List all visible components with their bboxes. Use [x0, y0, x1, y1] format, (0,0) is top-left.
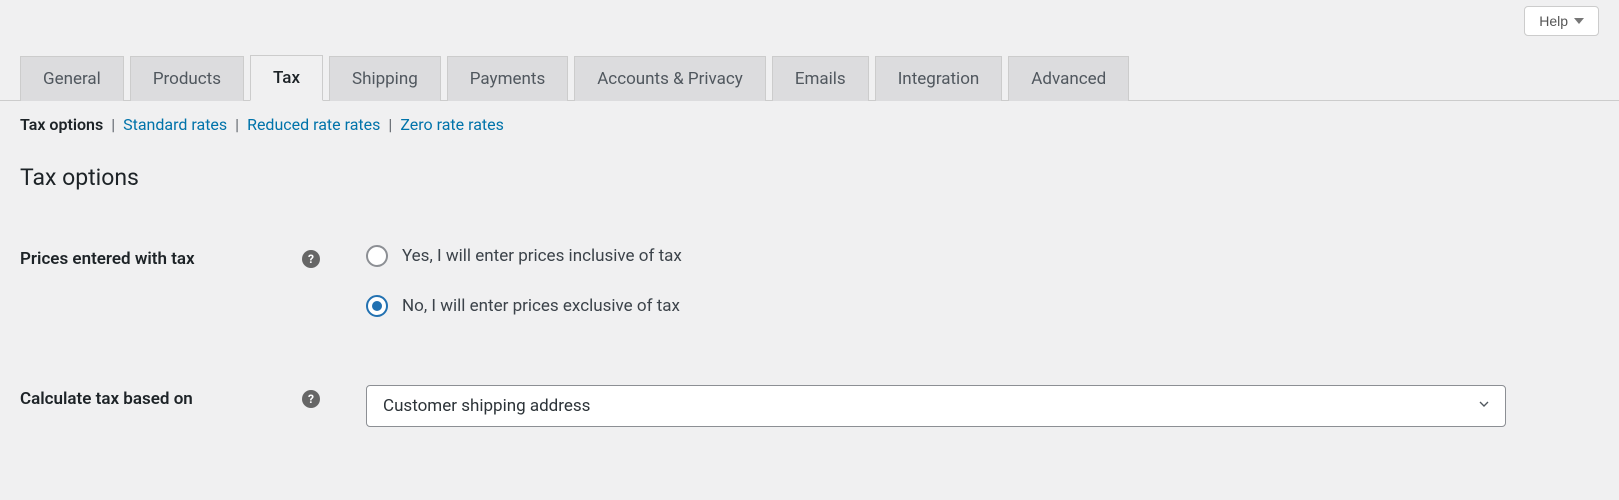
tab-label: Accounts & Privacy [597, 69, 743, 89]
row-label-wrap: Prices entered with tax ? [20, 245, 340, 269]
tab-payments[interactable]: Payments [447, 56, 568, 101]
tab-tax[interactable]: Tax [250, 55, 323, 101]
tab-accounts-privacy[interactable]: Accounts & Privacy [574, 56, 766, 101]
radio-input[interactable] [366, 245, 388, 267]
select-wrap: Customer shipping address [366, 385, 1506, 427]
subtab-reduced-rate-rates[interactable]: Reduced rate rates [247, 115, 380, 134]
tab-label: Products [153, 69, 221, 89]
separator: | [235, 115, 239, 134]
radio-option-exclusive[interactable]: No, I will enter prices exclusive of tax [366, 295, 1599, 317]
radio-input[interactable] [366, 295, 388, 317]
radio-label: No, I will enter prices exclusive of tax [402, 296, 680, 316]
help-tooltip-icon[interactable]: ? [302, 390, 320, 408]
radio-option-inclusive[interactable]: Yes, I will enter prices inclusive of ta… [366, 245, 1599, 267]
tab-products[interactable]: Products [130, 56, 244, 101]
tab-general[interactable]: General [20, 56, 124, 101]
tab-label: Emails [795, 69, 846, 89]
tab-label: Integration [898, 69, 980, 89]
row-label: Prices entered with tax [20, 249, 195, 269]
tab-shipping[interactable]: Shipping [329, 56, 441, 101]
subtab-tax-options[interactable]: Tax options [20, 115, 103, 134]
row-label: Calculate tax based on [20, 389, 193, 409]
row-calculate-tax-based-on: Calculate tax based on ? Customer shippi… [20, 345, 1599, 427]
help-tooltip-icon[interactable]: ? [302, 250, 320, 268]
tab-integration[interactable]: Integration [875, 56, 1003, 101]
radio-label: Yes, I will enter prices inclusive of ta… [402, 246, 682, 266]
section-title: Tax options [0, 134, 1619, 201]
row-prices-entered-with-tax: Prices entered with tax ? Yes, I will en… [20, 201, 1599, 345]
separator: | [111, 115, 115, 134]
help-label: Help [1539, 13, 1568, 29]
calculate-tax-select[interactable]: Customer shipping address [366, 385, 1506, 427]
settings-tabs: General Products Tax Shipping Payments A… [0, 0, 1619, 101]
tab-label: Advanced [1031, 69, 1106, 89]
tab-label: Payments [470, 69, 545, 89]
help-toggle-button[interactable]: Help [1524, 6, 1599, 36]
tab-emails[interactable]: Emails [772, 56, 869, 101]
subtab-standard-rates[interactable]: Standard rates [123, 115, 227, 134]
field-column: Customer shipping address [340, 385, 1599, 427]
chevron-down-icon [1574, 18, 1584, 24]
tab-label: Tax [273, 68, 300, 88]
field-column: Yes, I will enter prices inclusive of ta… [340, 245, 1599, 345]
tab-label: Shipping [352, 69, 418, 89]
row-label-wrap: Calculate tax based on ? [20, 385, 340, 409]
tax-subtabs: Tax options | Standard rates | Reduced r… [0, 101, 1619, 134]
separator: | [388, 115, 392, 134]
form-table: Prices entered with tax ? Yes, I will en… [0, 201, 1619, 427]
subtab-zero-rate-rates[interactable]: Zero rate rates [400, 115, 504, 134]
tab-label: General [43, 69, 101, 89]
tab-advanced[interactable]: Advanced [1008, 56, 1129, 101]
